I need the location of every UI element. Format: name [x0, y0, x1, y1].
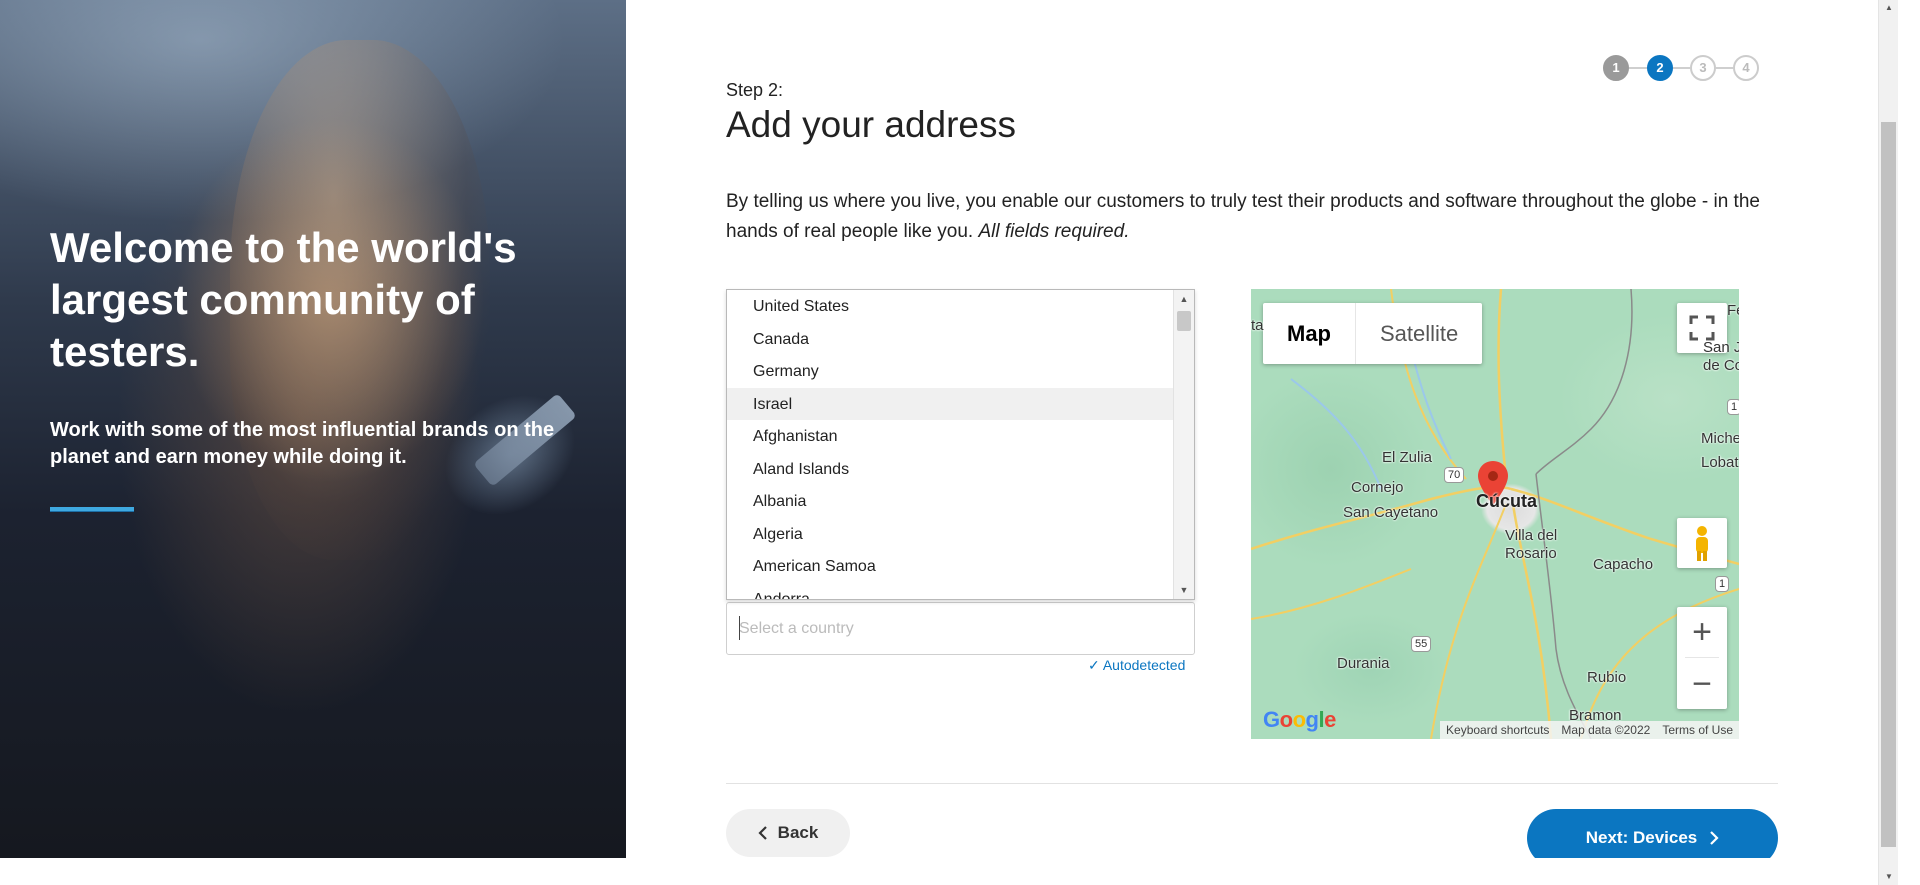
chevron-left-icon — [758, 826, 767, 840]
page-scroll-down-icon[interactable]: ▼ — [1879, 869, 1899, 885]
autodetected-label: ✓ Autodetected — [1088, 657, 1186, 673]
stepper-connector — [1716, 67, 1733, 69]
scroll-up-arrow-icon[interactable]: ▲ — [1174, 290, 1194, 308]
country-option[interactable]: United States — [727, 290, 1174, 323]
intro-text: By telling us where you live, you enable… — [726, 187, 1766, 247]
zoom-in-button[interactable]: + — [1677, 607, 1727, 657]
hero-panel: Welcome to the world's largest community… — [0, 0, 626, 858]
country-option[interactable]: Germany — [727, 355, 1174, 388]
map-label-durania: Durania — [1337, 655, 1390, 672]
country-option[interactable]: Canada — [727, 323, 1174, 356]
location-map[interactable]: Map Satellite + − Cúcuta El Zulia Cornej… — [1251, 289, 1739, 739]
map-label-villa-del-rosario: Villa del — [1505, 527, 1558, 544]
country-option[interactable]: Algeria — [727, 518, 1174, 551]
step-4: 4 — [1733, 55, 1759, 81]
map-label-san-jose-de-colon: San J — [1703, 339, 1739, 356]
map-type-satellite-button[interactable]: Satellite — [1356, 303, 1482, 364]
next-button-label: Next: Devices — [1585, 828, 1698, 847]
stepper-connector — [1629, 67, 1647, 69]
map-label-cornejo: Cornejo — [1351, 479, 1404, 496]
step-3: 3 — [1690, 55, 1716, 81]
step-2-current: 2 — [1647, 55, 1673, 81]
back-button-label: Back — [777, 823, 819, 842]
hero-headline: Welcome to the world's largest community… — [50, 224, 517, 375]
road-badge: 70 — [1444, 467, 1465, 483]
step-label: Step 2: — [726, 80, 784, 100]
road-badge: 1 — [1715, 576, 1730, 592]
keyboard-shortcuts-link[interactable]: Keyboard shortcuts — [1440, 721, 1555, 739]
page-scroll-thumb[interactable] — [1881, 122, 1896, 847]
page-scroll-up-icon[interactable]: ▲ — [1879, 0, 1899, 16]
country-dropdown-list[interactable]: United States Canada Germany Israel Afgh… — [726, 289, 1195, 600]
footer-divider — [726, 783, 1778, 784]
map-label-san-cayetano: San Cayetano — [1343, 504, 1439, 521]
country-search-input[interactable] — [726, 602, 1195, 655]
road-badge: 55 — [1411, 636, 1432, 652]
country-option-highlighted[interactable]: Israel — [727, 387, 1174, 420]
page-scrollbar[interactable]: ▲ ▼ — [1878, 0, 1898, 885]
zoom-control: + − — [1677, 607, 1727, 709]
text-caret — [739, 616, 740, 640]
step-1: 1 — [1603, 55, 1629, 81]
stepper-connector — [1673, 67, 1690, 69]
street-view-button[interactable] — [1677, 518, 1727, 568]
map-type-control: Map Satellite — [1263, 303, 1483, 364]
country-options: United States Canada Germany Israel Afgh… — [727, 290, 1174, 600]
dropdown-scroll-thumb[interactable] — [1177, 311, 1191, 331]
terms-of-use-link[interactable]: Terms of Use — [1656, 721, 1739, 739]
zoom-divider — [1685, 657, 1719, 658]
map-label-edge: ta — [1251, 317, 1264, 334]
map-label-michelena: Miche — [1701, 430, 1739, 447]
intro-body: By telling us where you live, you enable… — [726, 191, 1760, 242]
intro-required-note: All fields required. — [978, 221, 1130, 242]
hero-subtext: Work with some of the most influential b… — [50, 419, 555, 468]
map-type-map-button[interactable]: Map — [1263, 303, 1356, 364]
map-label-cucuta: Cúcuta — [1476, 491, 1538, 511]
back-button[interactable]: Back — [726, 809, 850, 857]
country-option[interactable]: American Samoa — [727, 550, 1174, 583]
progress-stepper: 1 2 3 4 — [1603, 55, 1759, 81]
map-attribution: Keyboard shortcuts Map data ©2022 Terms … — [1440, 721, 1739, 739]
map-label-rubio: Rubio — [1587, 669, 1627, 686]
map-label-capacho: Capacho — [1593, 556, 1654, 573]
country-option[interactable]: Andorra — [727, 583, 1174, 600]
country-option[interactable]: Afghanistan — [727, 420, 1174, 453]
zoom-out-button[interactable]: − — [1677, 659, 1727, 709]
map-label-el-zulia: El Zulia — [1382, 449, 1433, 466]
road-badge: 1 — [1727, 399, 1739, 415]
map-label-villa-del-rosario: Rosario — [1505, 545, 1557, 562]
map-label-lobatera: Lobat — [1701, 454, 1739, 471]
pegman-icon — [1696, 526, 1708, 561]
dropdown-scrollbar[interactable]: ▲ ▼ — [1173, 290, 1194, 599]
country-option[interactable]: Albania — [727, 485, 1174, 518]
map-data-label: Map data ©2022 — [1561, 723, 1651, 737]
page-title: Add your address — [726, 104, 1017, 145]
google-logo: Google — [1263, 707, 1336, 732]
chevron-right-icon — [1710, 831, 1719, 845]
map-label-san-jose-de-colon: de Col — [1703, 357, 1739, 374]
hero-accent-bar — [50, 507, 134, 512]
country-option[interactable]: Aland Islands — [727, 453, 1174, 486]
page-bottom-area — [0, 858, 1878, 885]
scroll-down-arrow-icon[interactable]: ▼ — [1174, 581, 1194, 599]
map-label-edge: Fe — [1727, 302, 1739, 319]
